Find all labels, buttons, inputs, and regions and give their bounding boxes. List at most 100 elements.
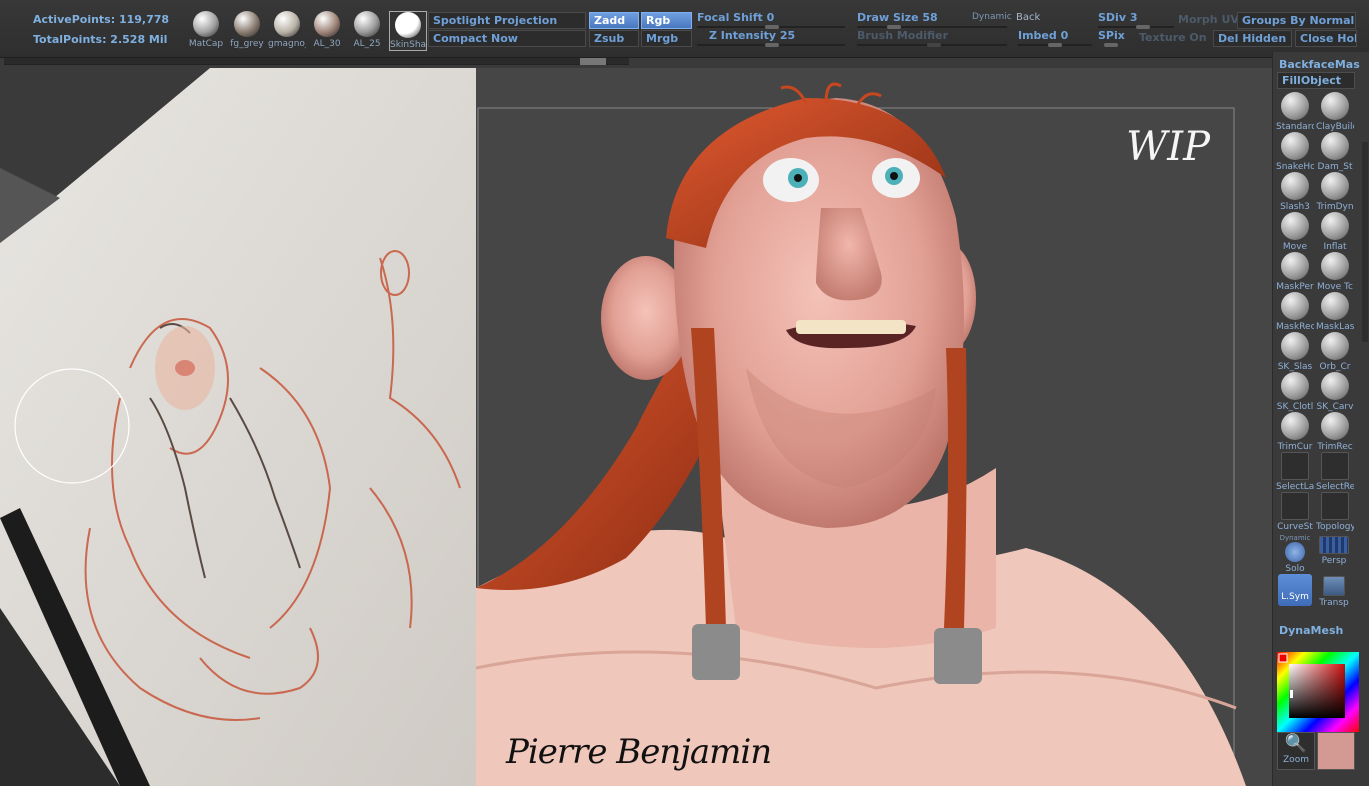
material-sphere-icon: [314, 11, 340, 37]
imbed-slider[interactable]: Imbed 0: [1018, 29, 1092, 47]
focal-shift-slider[interactable]: Focal Shift 0: [697, 11, 845, 29]
material-label: fg_grey: [230, 39, 264, 49]
z-intensity-slider[interactable]: Z Intensity 25: [697, 29, 845, 47]
lsym-button[interactable]: L.Sym: [1276, 574, 1314, 606]
zsub-button[interactable]: Zsub: [589, 30, 639, 47]
brush-label: SelectRe: [1316, 482, 1354, 492]
backface-mask-button[interactable]: BackfaceMas: [1279, 58, 1360, 71]
material-sphere-icon: [354, 11, 380, 37]
brush-label: TrimDyn: [1316, 202, 1354, 212]
dynamic-label[interactable]: Dynamic: [972, 12, 1012, 22]
reference-sketch-image: [0, 68, 476, 786]
brush-modifier-slider[interactable]: Brush Modifier: [857, 29, 1007, 47]
brush-selectla[interactable]: SelectLa: [1276, 452, 1314, 492]
brush-maskper[interactable]: MaskPer: [1276, 252, 1314, 292]
z-intensity-knob[interactable]: [765, 43, 779, 47]
brush-sphere-icon: [1281, 452, 1309, 480]
brush-orb-cr[interactable]: Orb_Cr: [1316, 332, 1354, 372]
focal-shift-value: 0: [766, 11, 775, 24]
material-label: gmagno_: [268, 39, 306, 49]
brush-masklas[interactable]: MaskLas: [1316, 292, 1354, 332]
matcap-material[interactable]: MatCap: [187, 11, 225, 49]
zadd-button[interactable]: Zadd: [589, 12, 639, 29]
material-label: AL_25: [353, 39, 381, 49]
brush-standard[interactable]: Standard: [1276, 92, 1314, 132]
right-shelf-tray: BackfaceMas FillObject Standard ClayBuild…: [1272, 52, 1369, 786]
back-button[interactable]: Back: [1016, 12, 1040, 23]
artist-signature: Pierre Benjamin: [506, 732, 772, 772]
brush-sphere-icon: [1321, 172, 1349, 200]
scrollbar-thumb[interactable]: [580, 58, 606, 65]
brush-trimcur[interactable]: TrimCur: [1276, 412, 1314, 452]
brush-claybuild[interactable]: ClayBuild: [1316, 92, 1354, 132]
matcap-material[interactable]: gmagno_: [268, 11, 306, 49]
transp-button[interactable]: Transp: [1315, 576, 1353, 608]
brush-curvest[interactable]: CurveSt: [1276, 492, 1314, 532]
brush-selectre[interactable]: SelectRe: [1316, 452, 1354, 492]
persp-button[interactable]: Persp: [1315, 536, 1353, 566]
transparency-icon: [1323, 576, 1345, 596]
brush-label: Standard: [1276, 122, 1314, 132]
brush-label: Inflat: [1323, 242, 1347, 252]
close-holes-button[interactable]: Close Holes: [1295, 30, 1357, 47]
brush-sk-carv[interactable]: SK_Carv: [1316, 372, 1354, 412]
brush-sk-slas[interactable]: SK_Slas: [1276, 332, 1314, 372]
brush-label: Move Tc: [1317, 282, 1353, 292]
focal-shift-label: Focal Shift: [697, 11, 763, 24]
brush-sphere-icon: [1321, 332, 1349, 360]
brush-label: Move: [1282, 242, 1308, 252]
matcap-material[interactable]: fg_grey: [228, 11, 266, 49]
spotlight-projection-button[interactable]: Spotlight Projection: [428, 12, 586, 29]
rgb-button[interactable]: Rgb: [641, 12, 692, 29]
groups-by-normals-button[interactable]: Groups By Normals: [1237, 12, 1356, 29]
imbed-value: 0: [1060, 29, 1069, 42]
zoom-button[interactable]: 🔍 Zoom: [1277, 732, 1315, 770]
del-hidden-button[interactable]: Del Hidden: [1213, 30, 1292, 47]
main-color-swatch[interactable]: [1317, 732, 1355, 770]
spix-knob[interactable]: [1104, 43, 1118, 47]
compact-now-button[interactable]: Compact Now: [428, 30, 586, 47]
sdiv-slider[interactable]: SDiv 3: [1098, 11, 1174, 29]
brush-inflat[interactable]: Inflat: [1316, 212, 1354, 252]
mrgb-button[interactable]: Mrgb: [641, 30, 692, 47]
brush-topology[interactable]: Topology: [1316, 492, 1354, 532]
matcap-material[interactable]: SkinShad: [389, 11, 427, 51]
persp-grid-icon: [1319, 536, 1349, 554]
z-intensity-label: Z Intensity: [709, 29, 777, 42]
brush-modifier-knob[interactable]: [927, 43, 941, 47]
morph-uv-button[interactable]: Morph UV: [1178, 13, 1239, 26]
tray-scrollbar[interactable]: [1362, 142, 1368, 342]
horizontal-scrollbar[interactable]: [4, 58, 629, 65]
material-sphere-icon: [234, 11, 260, 37]
3d-viewport-canvas[interactable]: WIP Pierre Benjamin: [476, 68, 1272, 786]
brush-sphere-icon: [1321, 132, 1349, 160]
brush-dam-st[interactable]: Dam_St: [1316, 132, 1354, 172]
matcap-material[interactable]: AL_30: [308, 11, 346, 49]
imbed-knob[interactable]: [1048, 43, 1062, 47]
imbed-label: Imbed: [1018, 29, 1057, 42]
solo-button[interactable]: Dynamic Solo: [1276, 534, 1314, 574]
brush-snakeho[interactable]: SnakeHo: [1276, 132, 1314, 172]
brush-sphere-icon: [1321, 452, 1349, 480]
brush-slash3[interactable]: Slash3: [1276, 172, 1314, 212]
brush-move-tc[interactable]: Move Tc: [1316, 252, 1354, 292]
matcap-material[interactable]: AL_25: [348, 11, 386, 49]
dynamesh-button[interactable]: DynaMesh: [1279, 624, 1343, 637]
brush-move[interactable]: Move: [1276, 212, 1314, 252]
z-intensity-value: 25: [779, 29, 796, 42]
spix-slider[interactable]: SPix: [1098, 29, 1138, 47]
brush-maskrec[interactable]: MaskRec: [1276, 292, 1314, 332]
sdiv-knob[interactable]: [1136, 25, 1150, 29]
color-picker[interactable]: [1277, 652, 1359, 732]
brush-trimdyn[interactable]: TrimDyn: [1316, 172, 1354, 212]
fillobject-button[interactable]: FillObject: [1277, 72, 1355, 89]
wip-watermark: WIP: [1126, 124, 1210, 170]
brush-label: Dam_St: [1317, 162, 1353, 172]
brush-sphere-icon: [1321, 412, 1349, 440]
brush-trimrec[interactable]: TrimRec: [1316, 412, 1354, 452]
texture-on-button[interactable]: Texture On: [1139, 31, 1207, 44]
color-picker-wheel: [1277, 652, 1359, 732]
brush-sk-clotl[interactable]: SK_Clotl: [1276, 372, 1314, 412]
sdiv-label: SDiv: [1098, 11, 1126, 24]
solo-icon: [1285, 542, 1305, 562]
